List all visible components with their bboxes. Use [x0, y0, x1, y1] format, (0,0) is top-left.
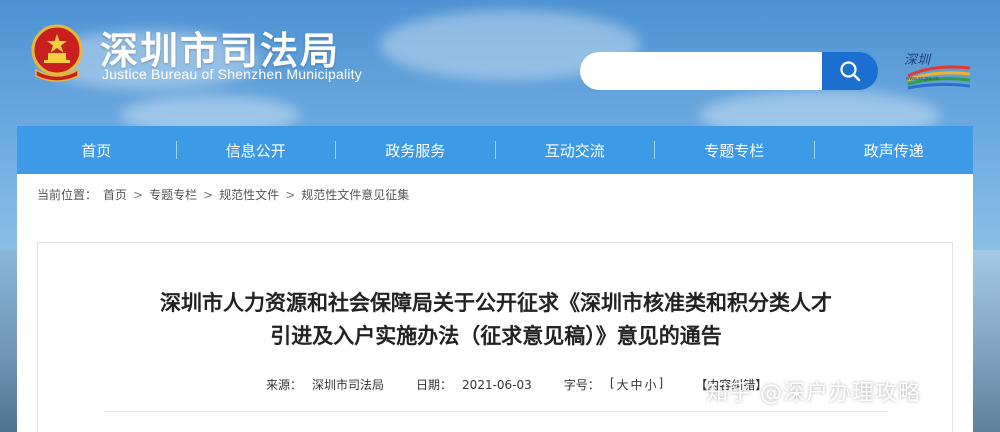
font-size-large[interactable]: 大	[617, 376, 629, 393]
article-title-line1: 深圳市人力资源和社会保障局关于公开征求《深圳市核准类和积分类人才	[160, 291, 832, 315]
font-size-small[interactable]: 小	[645, 376, 657, 393]
site-subtitle: Justice Bureau of Shenzhen Municipality	[102, 66, 362, 82]
breadcrumb-special-topics[interactable]: 专题专栏	[149, 186, 197, 203]
font-size-bracket-open: [	[609, 376, 615, 390]
article-meta: 来源： 深圳市司法局 日期： 2021-06-03 字号： [ 大 中 小 ] …	[266, 376, 767, 393]
date-value: 2021-06-03	[462, 377, 532, 392]
nav-item-gov-services[interactable]: 政务服务	[336, 140, 495, 161]
search-icon	[840, 61, 861, 82]
watermark-text: 知乎 @深户办理攻略	[706, 381, 921, 406]
breadcrumb-separator: >	[285, 187, 296, 202]
font-size-bracket-close: ]	[658, 376, 664, 390]
site-header: 深圳市司法局 Justice Bureau of Shenzhen Munici…	[0, 0, 1000, 126]
nav-item-info-disclosure[interactable]: 信息公开	[177, 140, 336, 161]
national-emblem-icon	[31, 24, 83, 82]
svg-text:深圳: 深圳	[904, 53, 932, 68]
source-label: 来源：	[266, 378, 303, 392]
article-title: 深圳市人力资源和社会保障局关于公开征求《深圳市核准类和积分类人才 引进及入户实施…	[78, 287, 914, 353]
breadcrumb-prefix: 当前位置：	[37, 188, 98, 202]
city-skyline-right	[973, 250, 1000, 432]
shenzhen-china-logo[interactable]: 深圳	[902, 50, 974, 90]
source-value: 深圳市司法局	[312, 378, 385, 392]
search-input[interactable]	[580, 52, 824, 90]
search-button[interactable]	[822, 52, 878, 90]
font-size-medium[interactable]: 中	[631, 376, 643, 393]
city-skyline-left	[0, 250, 17, 432]
breadcrumb-separator: >	[203, 187, 214, 202]
nav-item-special-topics[interactable]: 专题专栏	[655, 140, 814, 161]
breadcrumb-opinion-collection[interactable]: 规范性文件意见征集	[301, 186, 409, 203]
font-size-label: 字号：	[563, 378, 600, 392]
breadcrumb-normative-docs[interactable]: 规范性文件	[219, 186, 279, 203]
breadcrumb-separator: >	[133, 187, 144, 202]
nav-item-interaction[interactable]: 互动交流	[496, 140, 655, 161]
date-label: 日期：	[416, 378, 453, 392]
article-title-line2: 引进及入户实施办法（征求意见稿）》意见的通告	[270, 324, 722, 348]
breadcrumb: 当前位置： 首页 > 专题专栏 > 规范性文件 > 规范性文件意见征集	[37, 186, 409, 203]
meta-divider	[104, 411, 888, 412]
breadcrumb-home[interactable]: 首页	[103, 186, 127, 203]
shenzhen-logo-caption: www.sz.gov.cn	[906, 76, 939, 82]
nav-item-gov-voice[interactable]: 政声传递	[815, 140, 974, 161]
nav-item-home[interactable]: 首页	[17, 140, 176, 161]
font-size-control: [ 大 中 小 ]	[610, 376, 663, 393]
main-nav: 首页 信息公开 政务服务 互动交流 专题专栏 政声传递	[17, 126, 973, 174]
